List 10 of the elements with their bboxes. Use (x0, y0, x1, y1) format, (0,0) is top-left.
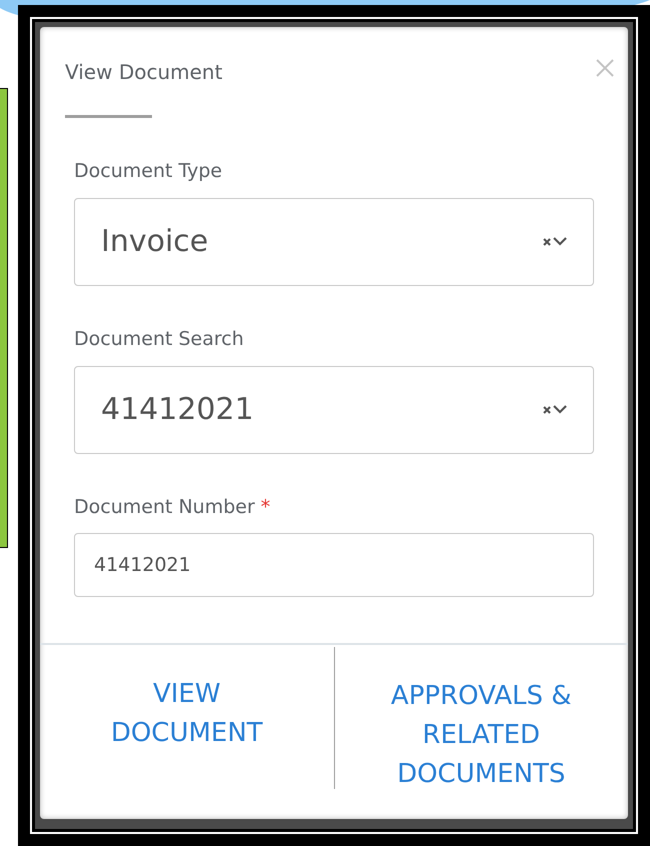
dialog-title: View Document (65, 59, 222, 86)
field-label: Document Search (74, 328, 244, 352)
action-link[interactable]: VIEW DOCUMENT (76, 675, 297, 753)
select-field[interactable]: Invoice (74, 198, 594, 286)
required-mark: * (260, 496, 270, 520)
select-field[interactable]: 41412021 (74, 366, 594, 454)
field-label: Document Number (74, 496, 255, 520)
action-link[interactable]: APPROVALS & RELATED DOCUMENTS (371, 677, 592, 794)
field-label: Document Type (74, 160, 222, 184)
input-field[interactable]: 41412021 (74, 533, 594, 598)
